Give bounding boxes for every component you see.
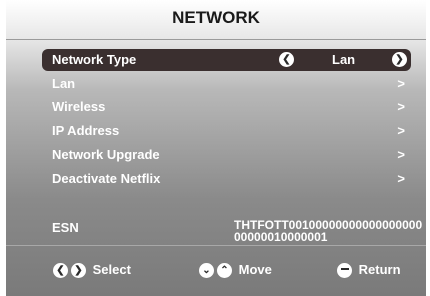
footer-move-hint: ⌄ ⌃ Move <box>199 262 272 279</box>
menu-item-network-type[interactable]: Network Type ❮ Lan ❯ <box>42 49 411 71</box>
chevron-up-icon: ⌃ <box>217 263 232 279</box>
menu-item-label: Lan <box>52 76 76 91</box>
chevron-right-icon: > <box>397 171 405 186</box>
menu-item-lan[interactable]: Lan > <box>42 74 411 94</box>
chevron-left-icon[interactable]: ❮ <box>279 52 294 67</box>
network-type-value: Lan <box>332 52 356 67</box>
menu-item-label: Network Upgrade <box>52 147 160 162</box>
menu-item-wireless[interactable]: Wireless > <box>42 97 411 117</box>
chevron-right-icon[interactable]: ❯ <box>392 52 407 67</box>
chevron-right-icon: > <box>397 99 405 114</box>
esn-value: THTFOTT001000000000000000000000001000000… <box>234 218 423 244</box>
menu-item-label: Wireless <box>52 99 106 114</box>
return-icon <box>337 263 352 279</box>
return-label: Return <box>358 262 401 277</box>
menu-item-label: Deactivate Netflix <box>52 171 161 186</box>
menu-item-label: IP Address <box>52 123 120 138</box>
chevron-right-icon: > <box>397 123 405 138</box>
divider-top <box>6 39 426 40</box>
chevron-left-icon: ❮ <box>53 263 68 279</box>
footer-select-hint: ❮ ❯ Select <box>53 262 131 279</box>
esn-label: ESN <box>52 220 79 235</box>
divider-bottom <box>6 245 426 246</box>
menu-item-deactivate-netflix[interactable]: Deactivate Netflix > <box>42 169 411 189</box>
move-label: Move <box>238 262 272 277</box>
chevron-right-icon: ❯ <box>71 263 86 279</box>
menu-item-label: Network Type <box>52 52 137 67</box>
chevron-right-icon: > <box>397 76 405 91</box>
select-label: Select <box>92 262 131 277</box>
footer-return-hint: Return <box>337 262 401 279</box>
page-title: NETWORK <box>172 8 260 27</box>
menu-item-network-upgrade[interactable]: Network Upgrade > <box>42 145 411 165</box>
menu-item-ip-address[interactable]: IP Address > <box>42 121 411 141</box>
network-screen: NETWORK Network Type ❮ Lan ❯ Lan > Wirel… <box>6 0 426 296</box>
chevron-right-icon: > <box>397 147 405 162</box>
chevron-down-icon: ⌄ <box>199 263 214 279</box>
